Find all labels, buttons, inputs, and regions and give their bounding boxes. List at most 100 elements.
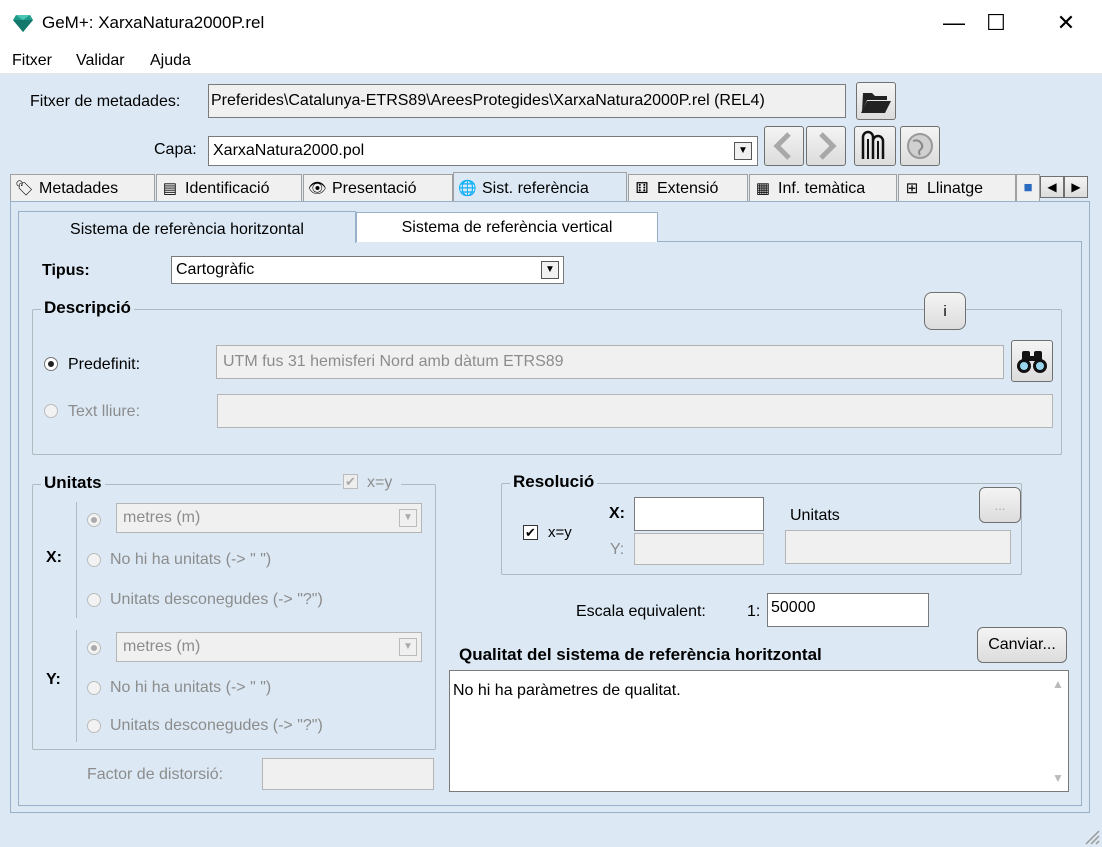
chevron-left-icon bbox=[773, 132, 791, 160]
x-no-units-label: No hi ha unitats (-> " ") bbox=[110, 551, 272, 568]
truck-icon: ■ bbox=[1023, 179, 1033, 196]
qualitat-textarea[interactable]: No hi ha paràmetres de qualitat. ▲ ▼ bbox=[449, 670, 1069, 792]
scroll-up-icon: ▲ bbox=[1052, 677, 1064, 691]
predefinit-value: UTM fus 31 hemisferi Nord amb dàtum ETRS… bbox=[223, 353, 564, 370]
tab-llinatge[interactable]: ⊞ Llinatge bbox=[898, 174, 1016, 202]
window-title: GeM+: XarxaNatura2000P.rel bbox=[42, 13, 265, 32]
predefinit-label: Predefinit: bbox=[68, 356, 141, 373]
tab-label: Llinatge bbox=[927, 180, 984, 197]
search-reference-button[interactable] bbox=[1011, 340, 1053, 382]
chevron-down-icon: ▼ bbox=[541, 261, 559, 279]
title-bar: GeM+: XarxaNatura2000P.rel — ☐ ✕ bbox=[0, 0, 1102, 48]
descripcio-group bbox=[32, 309, 1062, 455]
x-unit-select[interactable]: metres (m) ▼ bbox=[116, 503, 422, 533]
prev-layer-button[interactable] bbox=[764, 126, 804, 166]
unitats-xy-checkbox[interactable]: ✔ bbox=[343, 474, 358, 489]
subtab-vertical[interactable]: Sistema de referència vertical bbox=[356, 212, 658, 242]
mm-logo-icon bbox=[861, 130, 885, 159]
y-no-units-radio[interactable] bbox=[87, 681, 101, 695]
canviar-button[interactable]: Canviar... bbox=[977, 627, 1067, 663]
tab-inf-tematica[interactable]: ▦ Inf. temàtica bbox=[749, 174, 897, 202]
unitats-xy-label: x=y bbox=[367, 474, 393, 491]
next-layer-button[interactable] bbox=[806, 126, 846, 166]
mm-button[interactable] bbox=[854, 126, 896, 166]
tab-presentacio[interactable]: 👁 Presentació bbox=[303, 174, 453, 202]
resolucio-unitats-label: Unitats bbox=[790, 507, 840, 524]
predefinit-field[interactable]: UTM fus 31 hemisferi Nord amb dàtum ETRS… bbox=[216, 345, 1004, 379]
x-unknown-units-radio[interactable] bbox=[87, 593, 101, 607]
tabs-scroll-left[interactable]: ◀ bbox=[1040, 176, 1064, 198]
distorsio-field[interactable] bbox=[262, 758, 434, 790]
globe-icon bbox=[907, 133, 933, 159]
chevron-right-icon bbox=[819, 132, 837, 160]
resolucio-xy-label: x=y bbox=[548, 524, 572, 541]
resize-grip-icon[interactable] bbox=[1082, 827, 1100, 845]
layer-select[interactable]: XarxaNatura2000.pol ▼ bbox=[208, 136, 758, 166]
predefinit-radio[interactable] bbox=[44, 357, 58, 371]
text-lliure-radio[interactable] bbox=[44, 404, 58, 418]
globe-grid-icon: 🌐 bbox=[458, 180, 477, 197]
resolucio-y-label: Y: bbox=[610, 541, 625, 558]
descripcio-title: Descripció bbox=[41, 298, 134, 318]
globe-button[interactable] bbox=[900, 126, 940, 166]
tab-label: Metadades bbox=[39, 180, 119, 197]
tabs-scroll-right[interactable]: ▶ bbox=[1064, 176, 1088, 198]
y-unit-select[interactable]: metres (m) ▼ bbox=[116, 632, 422, 662]
eye-icon: 👁 bbox=[308, 180, 328, 197]
tab-sist-referencia[interactable]: 🌐 Sist. referència bbox=[453, 172, 627, 202]
menu-ajuda[interactable]: Ajuda bbox=[150, 52, 191, 70]
escala-input[interactable]: 50000 bbox=[767, 593, 929, 627]
scroll-down-icon: ▼ bbox=[1052, 771, 1064, 785]
subtab-horitzontal[interactable]: Sistema de referència horitzontal bbox=[18, 211, 356, 243]
x-unit-value: metres (m) bbox=[123, 509, 201, 526]
tree-icon: ⊞ bbox=[905, 180, 919, 197]
unitats-xy-wrap: ✔ x=y bbox=[341, 472, 401, 494]
tab-identificacio[interactable]: ▤ Identificació bbox=[156, 174, 302, 202]
close-button[interactable]: ✕ bbox=[1036, 0, 1096, 48]
tab-label: Sist. referència bbox=[482, 180, 589, 197]
app-gem-icon bbox=[13, 15, 33, 32]
info-button[interactable]: i bbox=[924, 292, 966, 330]
resolucio-xy-checkbox[interactable]: ✔ bbox=[523, 525, 538, 540]
arrow-right-icon: ▶ bbox=[1071, 180, 1081, 194]
maximize-button[interactable]: ☐ bbox=[966, 0, 1026, 48]
escala-value: 50000 bbox=[771, 599, 816, 616]
distorsio-label: Factor de distorsió: bbox=[87, 766, 224, 783]
menu-fitxer[interactable]: Fitxer bbox=[12, 52, 52, 70]
x-metres-radio[interactable] bbox=[87, 513, 101, 527]
unitats-y-label: Y: bbox=[46, 671, 61, 688]
resolucio-more-button[interactable]: ... bbox=[979, 487, 1021, 523]
tab-extensio[interactable]: ⚅ Extensió bbox=[628, 174, 748, 202]
tab-truncated[interactable]: ■ bbox=[1016, 174, 1040, 202]
tipus-label: Tipus: bbox=[42, 262, 90, 279]
chevron-down-icon: ▼ bbox=[399, 638, 417, 656]
escala-prefix: 1: bbox=[747, 603, 761, 620]
divider bbox=[76, 502, 77, 618]
metadata-file-label: Fitxer de metadades: bbox=[30, 93, 181, 110]
unitats-x-label: X: bbox=[46, 549, 62, 566]
resolucio-title: Resolució bbox=[510, 472, 598, 492]
x-unknown-units-label: Unitats desconegudes (-> "?") bbox=[110, 591, 323, 608]
menu-validar[interactable]: Validar bbox=[76, 52, 125, 70]
tab-metadades[interactable]: 🏷 Metadades bbox=[10, 174, 155, 202]
layer-label: Capa: bbox=[154, 141, 197, 158]
y-unknown-units-radio[interactable] bbox=[87, 719, 101, 733]
y-metres-radio[interactable] bbox=[87, 641, 101, 655]
resolucio-y-input[interactable] bbox=[634, 533, 764, 565]
x-no-units-radio[interactable] bbox=[87, 553, 101, 567]
metadata-file-input[interactable]: Preferides\Catalunya-ETRS89\AreesProtegi… bbox=[211, 92, 765, 110]
escala-label: Escala equivalent: bbox=[576, 603, 706, 620]
layer-select-value: XarxaNatura2000.pol bbox=[213, 142, 365, 159]
open-file-button[interactable] bbox=[856, 82, 896, 120]
resolucio-x-input[interactable] bbox=[634, 497, 764, 531]
text-lliure-field[interactable] bbox=[217, 394, 1053, 428]
resolucio-unitats-field[interactable] bbox=[785, 530, 1011, 564]
scrollbar[interactable]: ▲ ▼ bbox=[1048, 671, 1068, 791]
arrow-left-icon: ◀ bbox=[1047, 180, 1057, 194]
tipus-select[interactable]: Cartogràfic ▼ bbox=[171, 256, 564, 284]
map-extent-icon: ⚅ bbox=[635, 180, 649, 197]
tipus-value: Cartogràfic bbox=[176, 261, 255, 278]
id-card-icon: ▤ bbox=[162, 180, 178, 197]
tab-label: Identificació bbox=[185, 180, 270, 197]
tab-label: Presentació bbox=[332, 180, 417, 197]
